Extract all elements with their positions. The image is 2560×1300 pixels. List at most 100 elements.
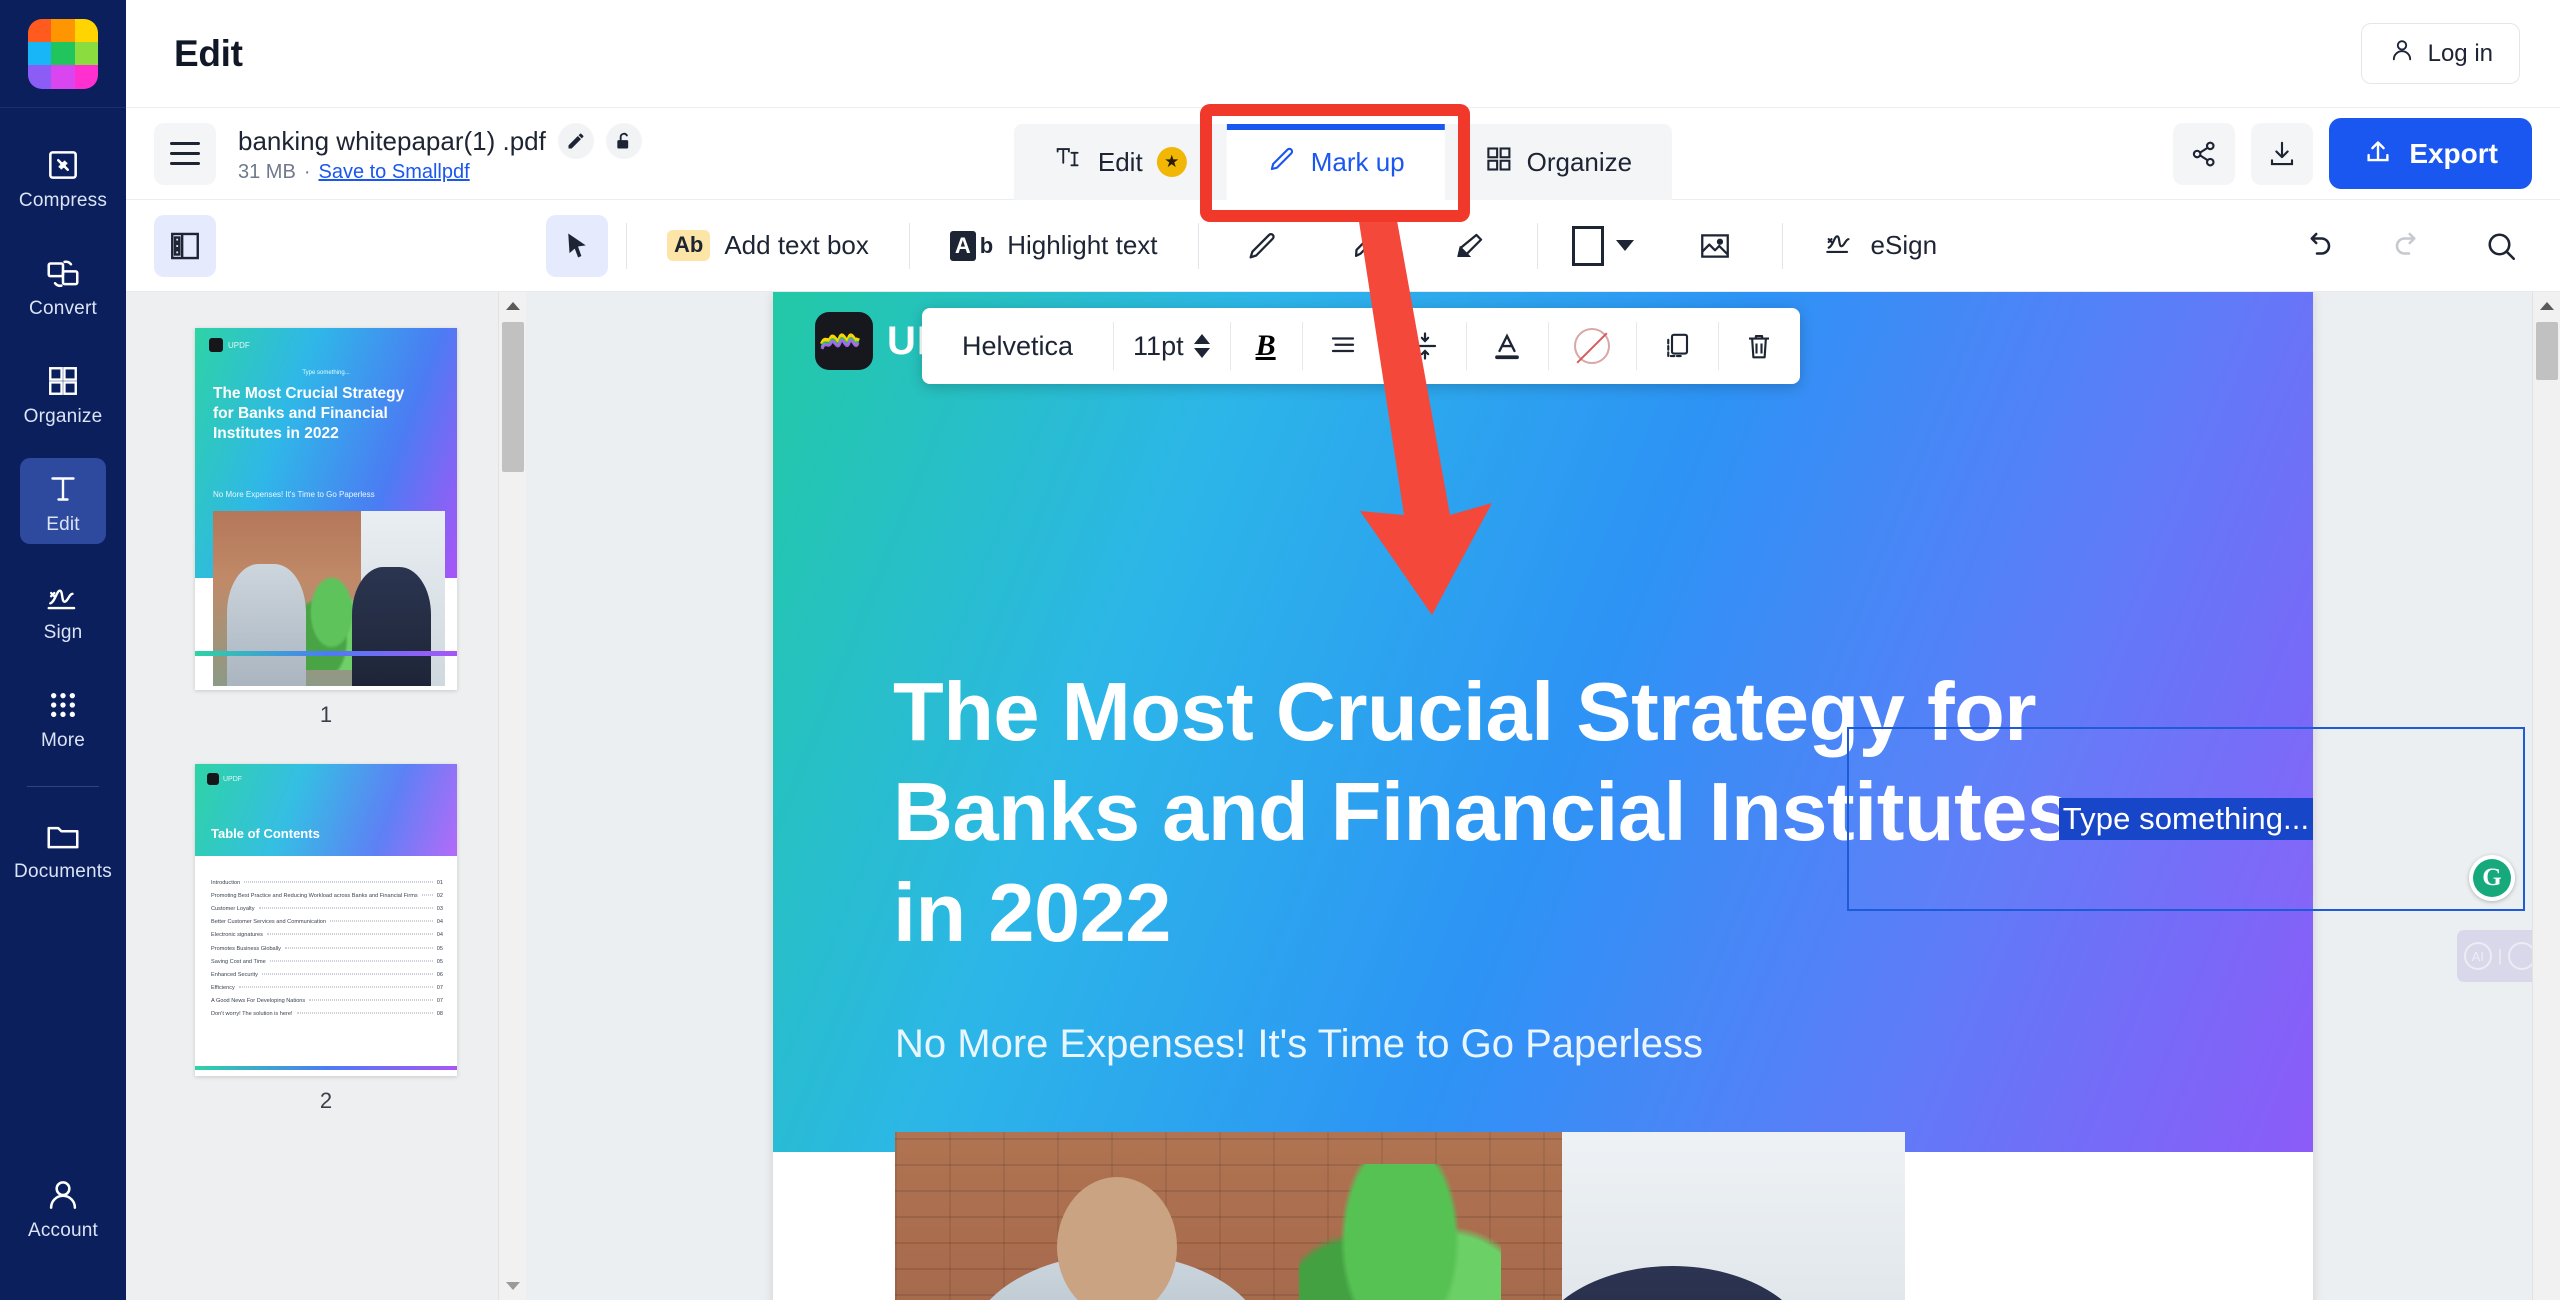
scroll-up-button[interactable] [2533,292,2560,320]
text-format-toolbar: Helvetica 11pt B [922,308,1800,384]
sidebar-item-organize[interactable]: Organize [0,338,126,446]
sidebar-item-more[interactable]: More [0,662,126,770]
caret-down-icon [1193,348,1210,358]
pencil-icon[interactable] [557,123,594,159]
toolbar-divider [626,222,627,269]
share-icon[interactable] [2173,122,2236,185]
scrollbar-thumb[interactable] [502,322,524,472]
shape-tool-button[interactable] [1556,215,1650,277]
font-size-value: 11pt [1133,330,1184,361]
sidebar-item-sign[interactable]: Sign [0,554,126,662]
sidebar-account-label: Account [27,1220,99,1241]
text-color-icon[interactable] [1465,308,1548,384]
save-to-smallpdf-link[interactable]: Save to Smallpdf [318,161,469,184]
text-box-annotation[interactable]: Type something... G [1847,727,2525,911]
toc-item-label: Don't worry! The solution is here! [211,1011,293,1018]
hamburger-icon[interactable] [154,122,216,185]
unlock-icon[interactable] [605,123,642,159]
updf-mark-icon [815,312,873,370]
thumbnail-list: UPDF Type something... The Most Crucial … [126,328,526,1138]
pen-icon[interactable] [1231,215,1293,277]
export-button[interactable]: Export [2329,118,2532,189]
highlight-text-button[interactable]: Ab Highlight text [928,215,1180,277]
cursor-arrow-icon[interactable] [546,214,608,277]
thumbnail-page-1[interactable]: UPDF Type something... The Most Crucial … [195,328,457,690]
app-logo[interactable] [0,0,126,108]
sidebar-item-documents[interactable]: Documents [0,793,126,901]
toc-leader [296,1012,433,1014]
tab-edit-label: Edit [1097,146,1143,177]
toc-row: Electronic signatures 04 [211,929,443,942]
tab-markup[interactable]: Mark up [1226,124,1445,200]
toc-leader [330,920,433,922]
duplicate-icon[interactable] [1635,308,1718,384]
document-photo [895,1132,1905,1300]
undo-icon[interactable] [2286,215,2348,277]
eraser-icon[interactable] [1439,215,1501,277]
scroll-down-button[interactable] [499,1272,526,1300]
sidebar-item-compress[interactable]: Compress [0,122,126,230]
thumb-title: The Most Crucial Strategy for Banks and … [213,385,405,442]
document-scrollbar[interactable] [2532,292,2560,1300]
thumb-textbox-text: Type something... [302,370,350,376]
toc-row: Promotes Business Globally 05 [211,942,443,955]
main-area: Edit Log in banking whitepapar(1) .pdf 3… [126,0,2560,1300]
tab-markup-label: Mark up [1310,146,1405,177]
sidebar-account-area: Account [0,1152,126,1260]
search-icon[interactable] [2470,215,2532,277]
pro-star-icon: ★ [1156,147,1187,177]
bold-button[interactable]: B [1229,308,1302,384]
stepper-icon[interactable] [1193,334,1210,358]
toc-row: Promoting Best Practice and Reducing Wor… [211,889,443,902]
user-icon [42,1174,84,1216]
organize-icon [42,360,84,402]
line-height-icon[interactable] [1383,308,1466,384]
meta-dot: · [303,161,311,183]
tab-edit[interactable]: Edit ★ [1013,124,1227,200]
toc-leader [284,947,433,949]
no-fill-icon[interactable] [1547,308,1636,384]
sidebar-item-account[interactable]: Account [0,1152,126,1260]
toc-row: Don't worry! The solution is here! 08 [211,1008,443,1021]
scrollbar-thumb[interactable] [2536,322,2558,380]
esign-icon [1823,225,1857,266]
toc-page-number: 04 [436,919,443,926]
add-text-box-button[interactable]: Ab Add text box [645,215,891,277]
sidebar-item-edit[interactable]: Edit [0,446,126,554]
sidebar-item-label: Organize [23,406,103,427]
font-size-stepper[interactable]: 11pt [1113,308,1230,384]
sidebar-item-convert[interactable]: Convert [0,230,126,338]
thumb-photo [213,511,445,686]
scroll-up-button[interactable] [499,292,526,320]
toc-item-label: Better Customer Services and Communicati… [211,919,327,926]
toc-leader [421,894,433,896]
login-button[interactable]: Log in [2360,23,2520,84]
toc-item-label: Efficiency [211,985,235,992]
tab-organize[interactable]: Organize [1444,124,1673,200]
document-canvas[interactable]: UPDF The Most Crucial Strategy for Banks… [526,292,2560,1300]
toc-page-number: 07 [436,985,443,992]
redo-icon[interactable] [2378,215,2440,277]
download-icon[interactable] [2251,122,2314,185]
chevron-down-icon [1615,240,1634,251]
toc-leader [261,973,433,975]
font-family-select[interactable]: Helvetica [922,308,1113,384]
sidebar-item-label: More [40,730,86,751]
grammarly-icon[interactable]: G [2469,855,2515,901]
thumbnail-page-2[interactable]: UPDF Table of Contents Introduction 01 Pro… [195,764,457,1076]
side-panel-icon[interactable] [154,214,216,277]
esign-button[interactable]: eSign [1801,215,1960,277]
image-icon[interactable] [1684,215,1746,277]
caret-up-icon [1193,334,1210,344]
align-icon[interactable] [1301,308,1384,384]
pdf-page-1[interactable]: UPDF The Most Crucial Strategy for Banks… [773,292,2543,1300]
text-box-value[interactable]: Type something... [2058,798,2314,840]
signature-icon [42,576,84,618]
highlight-text-label: Highlight text [1007,230,1158,260]
sidebar-item-label: Convert [29,298,97,319]
upload-icon [2363,135,2393,172]
trash-icon[interactable] [1717,308,1800,384]
thumbnail-scrollbar[interactable] [498,292,526,1300]
highlighter-icon[interactable] [1335,215,1397,277]
thumb-brand-logo: UPDF [209,338,250,352]
